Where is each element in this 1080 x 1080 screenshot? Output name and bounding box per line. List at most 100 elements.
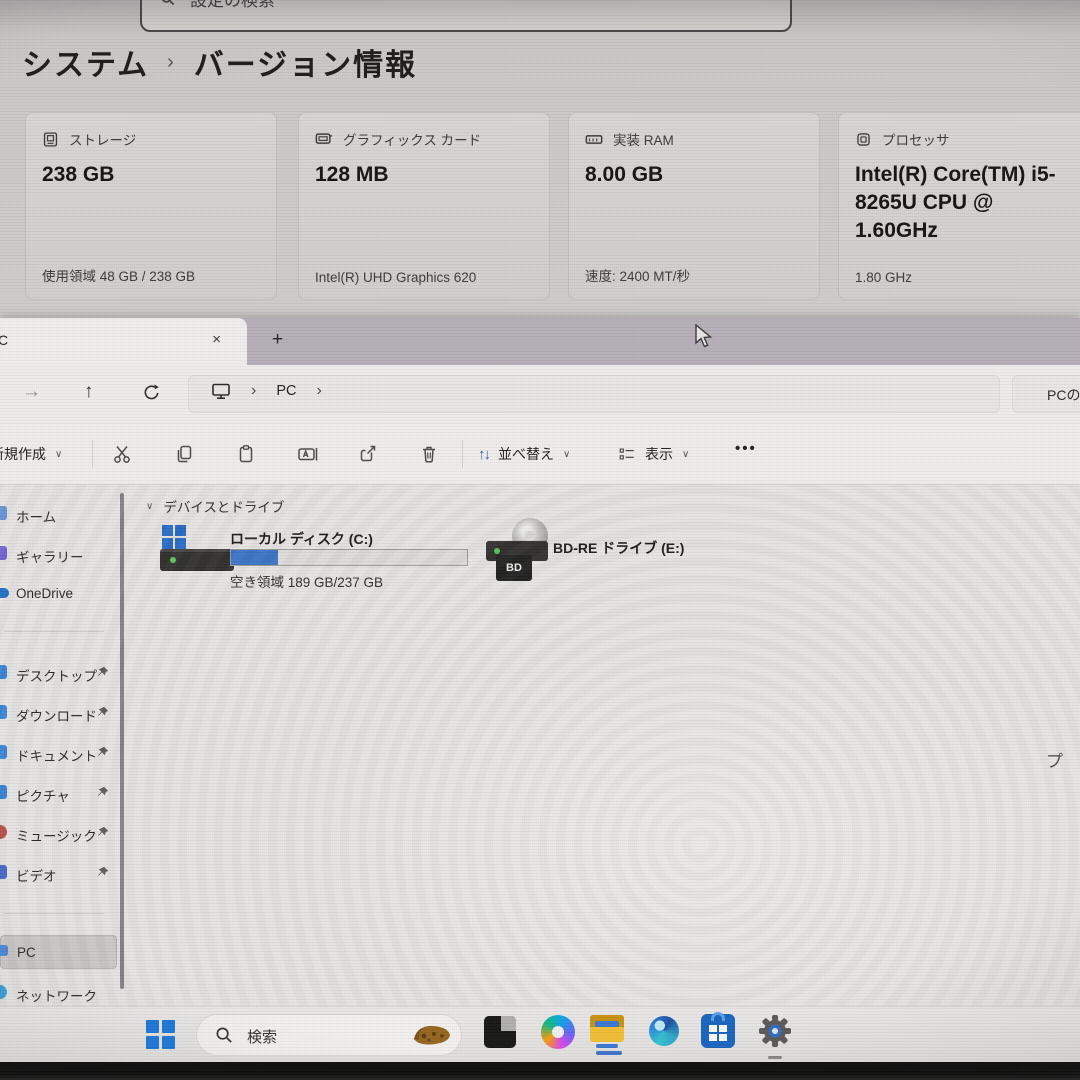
breadcrumb: システム › バージョン情報 — [22, 40, 417, 84]
settings-window: 設定の検索 システム › バージョン情報 ストレージ 238 GB 使用領域 4… — [0, 0, 1080, 318]
sidebar-item-label: ホーム — [16, 506, 56, 526]
downloads-icon — [0, 705, 7, 719]
drive-free-space: 空き領域 189 GB/237 GB — [230, 571, 383, 591]
open-app-indicator — [596, 1051, 622, 1055]
graphics-value: 128 MB — [315, 161, 533, 189]
file-explorer-icon[interactable] — [589, 1013, 625, 1047]
paste-button[interactable] — [236, 444, 256, 464]
processor-value: Intel(R) Core(TM) i5-8265U CPU @ 1.60GHz — [855, 161, 1073, 245]
view-button[interactable]: 表示 ∨ — [618, 444, 689, 464]
settings-search-placeholder: 設定の検索 — [190, 0, 275, 11]
page-title: バージョン情報 — [194, 40, 417, 84]
sidebar-item-label: OneDrive — [16, 586, 73, 601]
videos-icon — [0, 865, 7, 879]
search-icon — [215, 1026, 234, 1045]
explorer-tab[interactable]: C × — [0, 318, 247, 365]
card-label: 実装 RAM — [613, 129, 674, 149]
sidebar-item-label: ビデオ — [16, 865, 57, 885]
sidebar-item-downloads[interactable]: ダウンロード — [0, 698, 117, 728]
cut-button[interactable] — [112, 444, 132, 464]
screen-bezel — [0, 1062, 1080, 1080]
ram-icon — [585, 133, 603, 146]
copy-icon — [174, 444, 194, 464]
new-tab-button[interactable]: + — [272, 329, 283, 351]
pc-icon — [0, 945, 8, 956]
sidebar-item-label: デスクトップ — [16, 665, 97, 685]
pin-icon — [97, 746, 109, 758]
cut-icon — [112, 444, 132, 464]
address-bar[interactable]: › PC › — [188, 375, 1000, 413]
refresh-button[interactable] — [142, 383, 161, 402]
explorer-toolbar: 新規作成 ∨ — [0, 423, 1080, 485]
taskbar-search[interactable]: 検索 — [196, 1014, 462, 1056]
pin-icon — [97, 866, 109, 878]
edge-icon[interactable] — [649, 1016, 679, 1046]
ram-card: 実装 RAM 8.00 GB 速度: 2400 MT/秒 — [568, 112, 820, 300]
storage-icon — [42, 131, 59, 148]
up-button[interactable]: ↑ — [84, 381, 94, 403]
sidebar-item-label: ギャラリー — [16, 546, 84, 566]
start-button[interactable] — [146, 1020, 176, 1050]
sidebar-item-label: ダウンロード — [16, 705, 97, 725]
sidebar-item-gallery[interactable]: ギャラリー — [0, 539, 117, 569]
devices-and-drives-header[interactable]: ∨ デバイスとドライブ — [146, 496, 284, 516]
clipped-text-fragment: プ — [1046, 747, 1063, 772]
copy-button[interactable] — [174, 444, 194, 464]
sidebar-item-pictures[interactable]: ピクチャ — [0, 778, 117, 808]
share-icon — [358, 444, 378, 464]
sidebar-scrollbar[interactable] — [120, 493, 124, 989]
sidebar-item-label: PC — [17, 945, 36, 960]
sidebar-item-label: ミュージック — [16, 825, 97, 845]
explorer-search-input[interactable]: PCの — [1012, 375, 1080, 413]
sidebar-item-pc[interactable]: PC — [0, 935, 117, 969]
music-icon — [0, 825, 7, 839]
breadcrumb-pc[interactable]: PC — [276, 383, 296, 399]
rename-button[interactable] — [297, 444, 319, 464]
ram-detail: 速度: 2400 MT/秒 — [585, 265, 690, 285]
toolbar-divider — [462, 440, 463, 468]
drive-led — [170, 557, 176, 563]
settings-search-input[interactable]: 設定の検索 — [140, 0, 792, 32]
taskbar-search-label: 検索 — [247, 1026, 277, 1047]
search-highlight-image — [409, 1019, 455, 1053]
sidebar-item-onedrive[interactable]: OneDrive — [0, 579, 117, 609]
card-label: プロセッサ — [882, 129, 950, 149]
rename-icon — [297, 444, 319, 464]
refresh-icon — [142, 383, 161, 402]
explorer-content: ホーム ギャラリー OneDrive デスクトップ — [0, 485, 1080, 1006]
tab-title: C — [0, 332, 8, 348]
sidebar-item-videos[interactable]: ビデオ — [0, 858, 117, 888]
drive-led — [494, 548, 500, 554]
chevron-right-icon: › — [251, 382, 256, 400]
delete-button[interactable] — [419, 444, 439, 464]
mouse-cursor — [694, 324, 716, 350]
sidebar-item-label: ドキュメント — [16, 745, 97, 765]
dark-app-icon[interactable] — [484, 1016, 516, 1048]
store-icon[interactable] — [701, 1014, 735, 1048]
chevron-down-icon: ∨ — [146, 501, 153, 512]
sidebar-item-music[interactable]: ミュージック — [0, 818, 117, 848]
pin-icon — [97, 826, 109, 838]
explorer-sidebar: ホーム ギャラリー OneDrive デスクトップ — [0, 485, 118, 1006]
sort-button[interactable]: ↑↓ 並べ替え ∨ — [478, 444, 570, 464]
new-item-button[interactable]: 新規作成 ∨ — [0, 444, 62, 464]
chevron-right-icon: › — [316, 382, 321, 400]
copilot-icon[interactable] — [541, 1015, 575, 1049]
forward-button[interactable]: → — [22, 381, 41, 403]
sidebar-divider — [4, 631, 104, 632]
sidebar-item-desktop[interactable]: デスクトップ — [0, 658, 117, 688]
more-options-button[interactable]: ••• — [735, 440, 757, 457]
graphics-card: グラフィックス カード 128 MB Intel(R) UHD Graphics… — [298, 112, 550, 300]
drive-capacity-bar — [230, 549, 468, 566]
sidebar-item-documents[interactable]: ドキュメント — [0, 738, 117, 768]
sidebar-item-network[interactable]: ネットワーク — [0, 978, 117, 1008]
ram-value: 8.00 GB — [585, 161, 803, 189]
share-button[interactable] — [358, 444, 378, 464]
close-icon[interactable]: × — [212, 331, 221, 348]
open-app-indicator — [768, 1056, 782, 1059]
sidebar-item-label: ネットワーク — [16, 985, 97, 1005]
card-label: ストレージ — [69, 129, 136, 149]
breadcrumb-parent[interactable]: システム — [22, 40, 149, 84]
settings-icon[interactable] — [757, 1013, 793, 1049]
sidebar-item-home[interactable]: ホーム — [0, 499, 117, 529]
